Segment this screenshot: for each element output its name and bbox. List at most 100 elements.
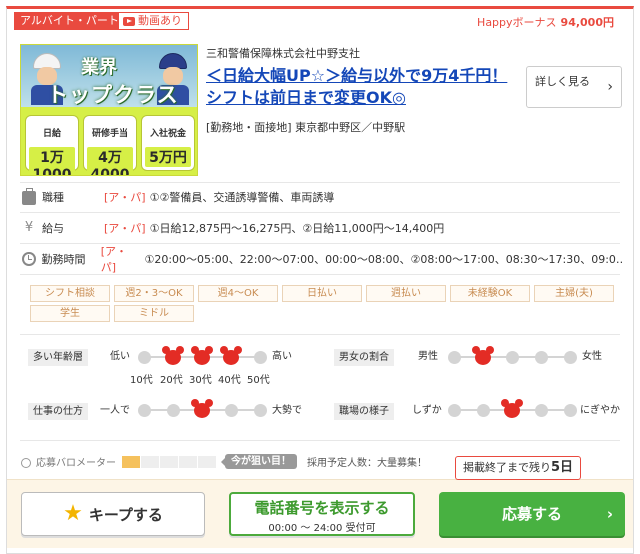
- info-label: 勤務時間: [41, 253, 86, 266]
- star-icon: ★: [63, 501, 83, 526]
- chevron-right-icon: ›: [606, 505, 613, 523]
- thumbnail-box-daily-pay: 日給 1万1000円: [25, 115, 79, 175]
- work-location: [勤務地・面接地] 東京都中野区／中野駅: [206, 119, 405, 135]
- meter-dot: [167, 404, 180, 417]
- meter-dot: [254, 351, 267, 364]
- work-style-meter-label: 仕事の仕方: [28, 403, 88, 420]
- briefcase-icon: [22, 188, 36, 205]
- age-tick: 30代: [189, 375, 212, 386]
- box-label: 研修手当: [91, 129, 128, 139]
- bear-marker-icon: [501, 399, 523, 419]
- employment-type-tag: アルバイト・パート: [14, 12, 125, 30]
- feature-tag: 週4〜OK: [198, 285, 278, 302]
- age-tick: 20代: [160, 375, 183, 386]
- barometer-cell: [160, 455, 178, 468]
- thumbnail-title-line2: トップクラス: [47, 83, 179, 107]
- box-label: 入社祝金: [149, 129, 186, 139]
- atmosphere-meter-left: しずか: [412, 405, 442, 416]
- bear-marker-icon: [191, 399, 213, 419]
- keep-label: キープする: [88, 505, 163, 524]
- thumbnail-box-bonus: 入社祝金 5万円: [141, 115, 195, 171]
- application-barometer: 応募バロメーター 今が狙い目！ 採用予定人数：大量募集！: [20, 454, 427, 469]
- show-phone-label: 電話番号を表示する: [254, 499, 390, 517]
- barometer-cell: [179, 455, 197, 468]
- box-label: 日給: [42, 129, 61, 139]
- company-name: 三和警備保障株式会社中野支社: [206, 47, 360, 60]
- meter-dot: [138, 404, 151, 417]
- age-tick: 10代: [130, 375, 153, 386]
- info-kind: [ア・パ]: [100, 245, 128, 274]
- feature-tag: 未経験OK: [450, 285, 530, 302]
- bear-marker-icon: [220, 346, 242, 366]
- meter-dot: [254, 404, 267, 417]
- happy-bonus: Happyボーナス 94,000円: [477, 14, 614, 30]
- clock-icon: [22, 252, 36, 266]
- feature-tag: シフト相談: [30, 285, 110, 302]
- info-value: ①②警備員、交通誘導警備、車両誘導: [149, 191, 335, 204]
- divider: [20, 212, 620, 213]
- barometer-pill: 今が狙い目！: [221, 454, 297, 469]
- job-headline-link[interactable]: ＜日給大幅UP☆＞給与以外で9万4千円！シフトは前日まで変更OK◎: [206, 65, 516, 109]
- work-style-meter-right: 大勢で: [272, 405, 302, 416]
- job-thumbnail[interactable]: 業界 トップクラス 日給 1万1000円 研修手当 4万4000円 入社祝金 5…: [20, 44, 198, 176]
- info-row-job-type: 職種 [ア・パ] ①②警備員、交通誘導警備、車両誘導: [22, 188, 622, 206]
- bear-marker-icon: [191, 346, 213, 366]
- meter-dot: [535, 404, 548, 417]
- feature-tag: 週払い: [366, 285, 446, 302]
- age-meter-left: 低い: [110, 351, 130, 362]
- age-tick: 50代: [247, 375, 270, 386]
- view-details-button[interactable]: 詳しく見る ›: [526, 66, 622, 108]
- barometer-cell: [198, 455, 216, 468]
- thumbnail-box-training: 研修手当 4万4000円: [83, 115, 137, 175]
- apply-label: 応募する: [501, 505, 562, 523]
- action-footer: ★ キープする 電話番号を表示する 00:00 〜 24:00 受付可 応募する…: [7, 479, 633, 548]
- barometer-cells: [122, 455, 217, 468]
- bonus-value: 94,000円: [560, 16, 614, 29]
- atmosphere-meter-label: 職場の様子: [334, 403, 394, 420]
- show-phone-button[interactable]: 電話番号を表示する 00:00 〜 24:00 受付可: [229, 492, 415, 536]
- info-value: ①日給12,875円〜16,275円、②日給11,000円〜14,400円: [149, 222, 445, 235]
- remaining-prefix: 掲載終了まで残り: [462, 461, 551, 474]
- box-value: 5万円: [145, 147, 191, 167]
- bear-marker-icon: [162, 346, 184, 366]
- meter-dot: [564, 351, 577, 364]
- video-tag: 動画あり: [118, 12, 189, 30]
- info-row-hours: 勤務時間 [ア・パ] ①20:00〜05:00、22:00〜07:00、00:0…: [22, 245, 622, 274]
- info-kind: [ア・パ]: [104, 191, 146, 204]
- gender-meter-label: 男女の割合: [334, 349, 394, 366]
- info-label: 給与: [42, 222, 64, 235]
- feature-tag: 学生: [30, 305, 110, 322]
- view-details-label: 詳しく見る: [535, 75, 590, 88]
- feature-tag: 週2・3〜OK: [114, 285, 194, 302]
- bonus-label: Happyボーナス: [477, 16, 557, 29]
- divider: [20, 274, 620, 275]
- feature-tag: 日払い: [282, 285, 362, 302]
- age-meter-right: 高い: [272, 351, 292, 362]
- meter-dot: [477, 404, 490, 417]
- info-kind: [ア・パ]: [104, 222, 146, 235]
- bear-marker-icon: [472, 346, 494, 366]
- hiring-note: 採用予定人数：大量募集！: [307, 458, 427, 469]
- apply-button[interactable]: 応募する ›: [439, 492, 625, 536]
- meter-dot: [564, 404, 577, 417]
- feature-tag: 主婦(夫): [534, 285, 614, 302]
- location-label: [勤務地・面接地]: [206, 121, 292, 134]
- meter-dot: [535, 351, 548, 364]
- box-value: 1万1000円: [29, 147, 75, 175]
- meter-dot: [225, 404, 238, 417]
- info-value: ①20:00〜05:00、22:00〜07:00、00:00〜08:00、②08…: [144, 253, 622, 266]
- workplace-meters: 多い年齢層 低い 高い 10代 20代 30代 40代 50代 男女の割合 男性…: [20, 342, 620, 428]
- barometer-label: 応募バロメーター: [36, 458, 116, 469]
- meter-dot: [448, 404, 461, 417]
- info-row-salary: ¥ 給与 [ア・パ] ①日給12,875円〜16,275円、②日給11,000円…: [22, 219, 622, 237]
- remaining-days-badge: 掲載終了まで残り5日: [455, 456, 581, 480]
- keep-button[interactable]: ★ キープする: [21, 492, 205, 536]
- video-tag-label: 動画あり: [138, 14, 182, 27]
- play-icon: [123, 16, 135, 26]
- atmosphere-meter-right: にぎやか: [580, 405, 620, 416]
- remaining-days: 5日: [550, 460, 574, 475]
- info-label: 職種: [42, 191, 64, 204]
- barometer-icon: [20, 457, 32, 468]
- chevron-right-icon: ›: [607, 79, 613, 95]
- gender-meter-left: 男性: [418, 351, 438, 362]
